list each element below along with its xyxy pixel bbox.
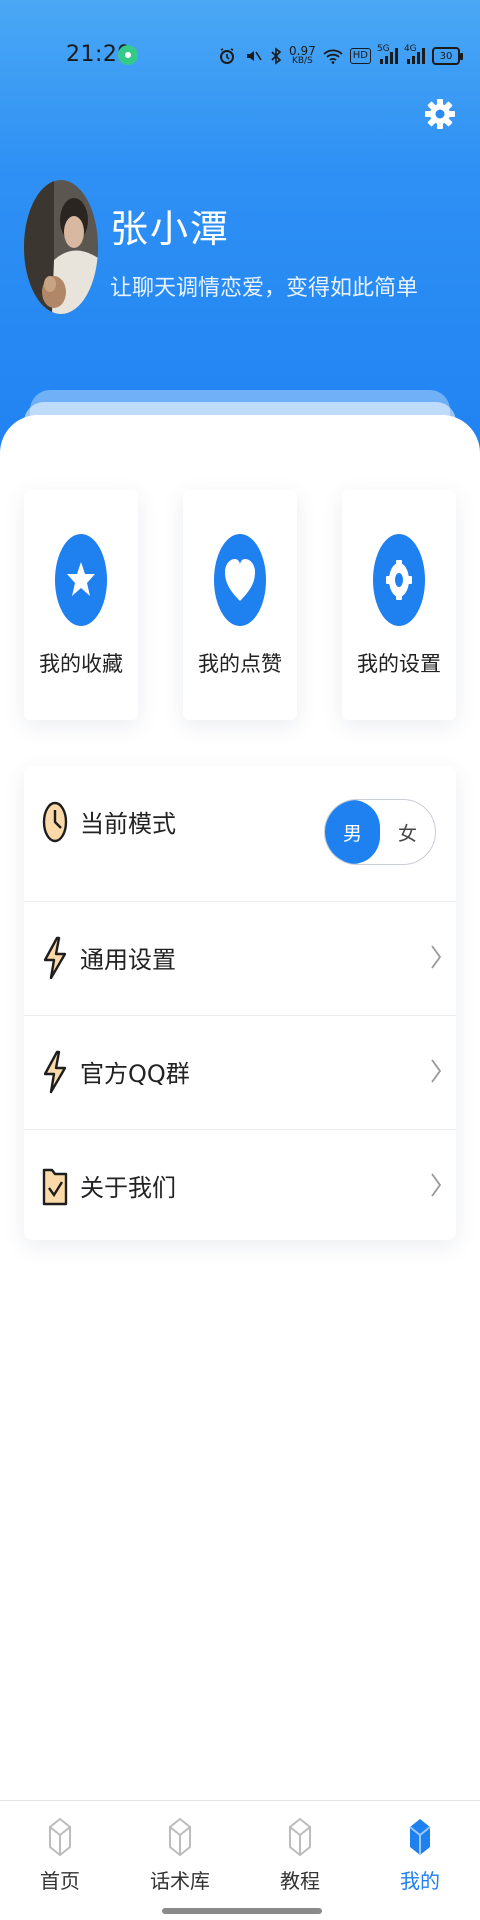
tab-label: 首页 — [40, 1869, 80, 1893]
gender-mode-toggle[interactable]: 男 女 — [324, 799, 436, 865]
clock-icon — [42, 801, 68, 843]
bolt-icon — [43, 936, 67, 980]
quick-action-settings[interactable]: 我的设置 — [342, 490, 456, 720]
signal-4g-icon: 4G — [404, 44, 425, 65]
status-icons: 0.97 KB/S HD 5G 4G 30 — [218, 42, 463, 70]
menu-row-general-settings[interactable]: 通用设置 — [24, 902, 456, 1014]
chevron-right-icon — [431, 1173, 442, 1197]
menu-label: 通用设置 — [80, 946, 176, 974]
quick-action-label: 我的点赞 — [198, 652, 282, 676]
heart-icon — [214, 534, 266, 626]
tab-home[interactable]: 首页 — [0, 1801, 120, 1920]
hd-badge: HD — [349, 48, 371, 64]
bluetooth-icon — [271, 47, 282, 65]
cube-icon — [289, 1817, 311, 1857]
battery-icon: 30 — [431, 47, 463, 65]
chevron-right-icon — [431, 945, 442, 969]
mode-option-male[interactable]: 男 — [325, 800, 380, 864]
bolt-icon — [43, 1050, 67, 1094]
cube-icon — [409, 1819, 431, 1855]
settings-gear-icon[interactable] — [424, 98, 456, 130]
menu-row-mode: 当前模式 男 女 — [24, 766, 456, 878]
menu-label: 官方QQ群 — [80, 1060, 190, 1088]
user-name: 张小潭 — [110, 207, 231, 251]
user-tagline: 让聊天调情恋爱，变得如此简单 — [110, 276, 419, 301]
alarm-icon — [220, 48, 234, 64]
tab-mine[interactable]: 我的 — [360, 1801, 480, 1920]
quick-action-likes[interactable]: 我的点赞 — [183, 490, 297, 720]
network-speed: 0.97 KB/S — [289, 44, 316, 66]
status-bar: 21:29 0.97 KB/S HD 5G 4G 30 — [0, 40, 480, 76]
quick-action-favorites[interactable]: 我的收藏 — [24, 490, 138, 720]
quick-actions: 我的收藏 我的点赞 我的设置 — [24, 490, 456, 720]
bottom-tab-bar: 首页 话术库 教程 我的 — [0, 1800, 480, 1920]
mute-icon — [247, 51, 262, 61]
quick-action-label: 我的设置 — [357, 652, 441, 676]
folder-check-icon — [42, 1168, 68, 1206]
menu-row-about-us[interactable]: 关于我们 — [24, 1130, 456, 1242]
signal-5g-icon: 5G — [377, 44, 398, 65]
menu-row-qq-group[interactable]: 官方QQ群 — [24, 1016, 456, 1128]
home-indicator[interactable] — [162, 1908, 322, 1914]
cube-icon — [169, 1817, 191, 1857]
chevron-right-icon — [431, 1059, 442, 1083]
cube-icon — [49, 1817, 71, 1857]
quick-action-label: 我的收藏 — [39, 652, 123, 676]
menu-label: 关于我们 — [80, 1174, 176, 1202]
avatar[interactable] — [24, 180, 98, 314]
gear-icon — [373, 534, 425, 626]
wifi-icon — [323, 49, 343, 64]
tab-label: 教程 — [280, 1869, 320, 1893]
app-notification-icon — [118, 45, 138, 65]
mode-option-female[interactable]: 女 — [380, 800, 435, 864]
tab-script-library[interactable]: 话术库 — [120, 1801, 240, 1920]
tab-label: 我的 — [400, 1869, 440, 1893]
tab-tutorials[interactable]: 教程 — [240, 1801, 360, 1920]
menu-label: 当前模式 — [80, 810, 176, 838]
tab-label: 话术库 — [150, 1869, 210, 1893]
settings-menu: 当前模式 男 女 通用设置 官方QQ群 关于我们 — [24, 766, 456, 1240]
star-icon — [55, 534, 107, 626]
